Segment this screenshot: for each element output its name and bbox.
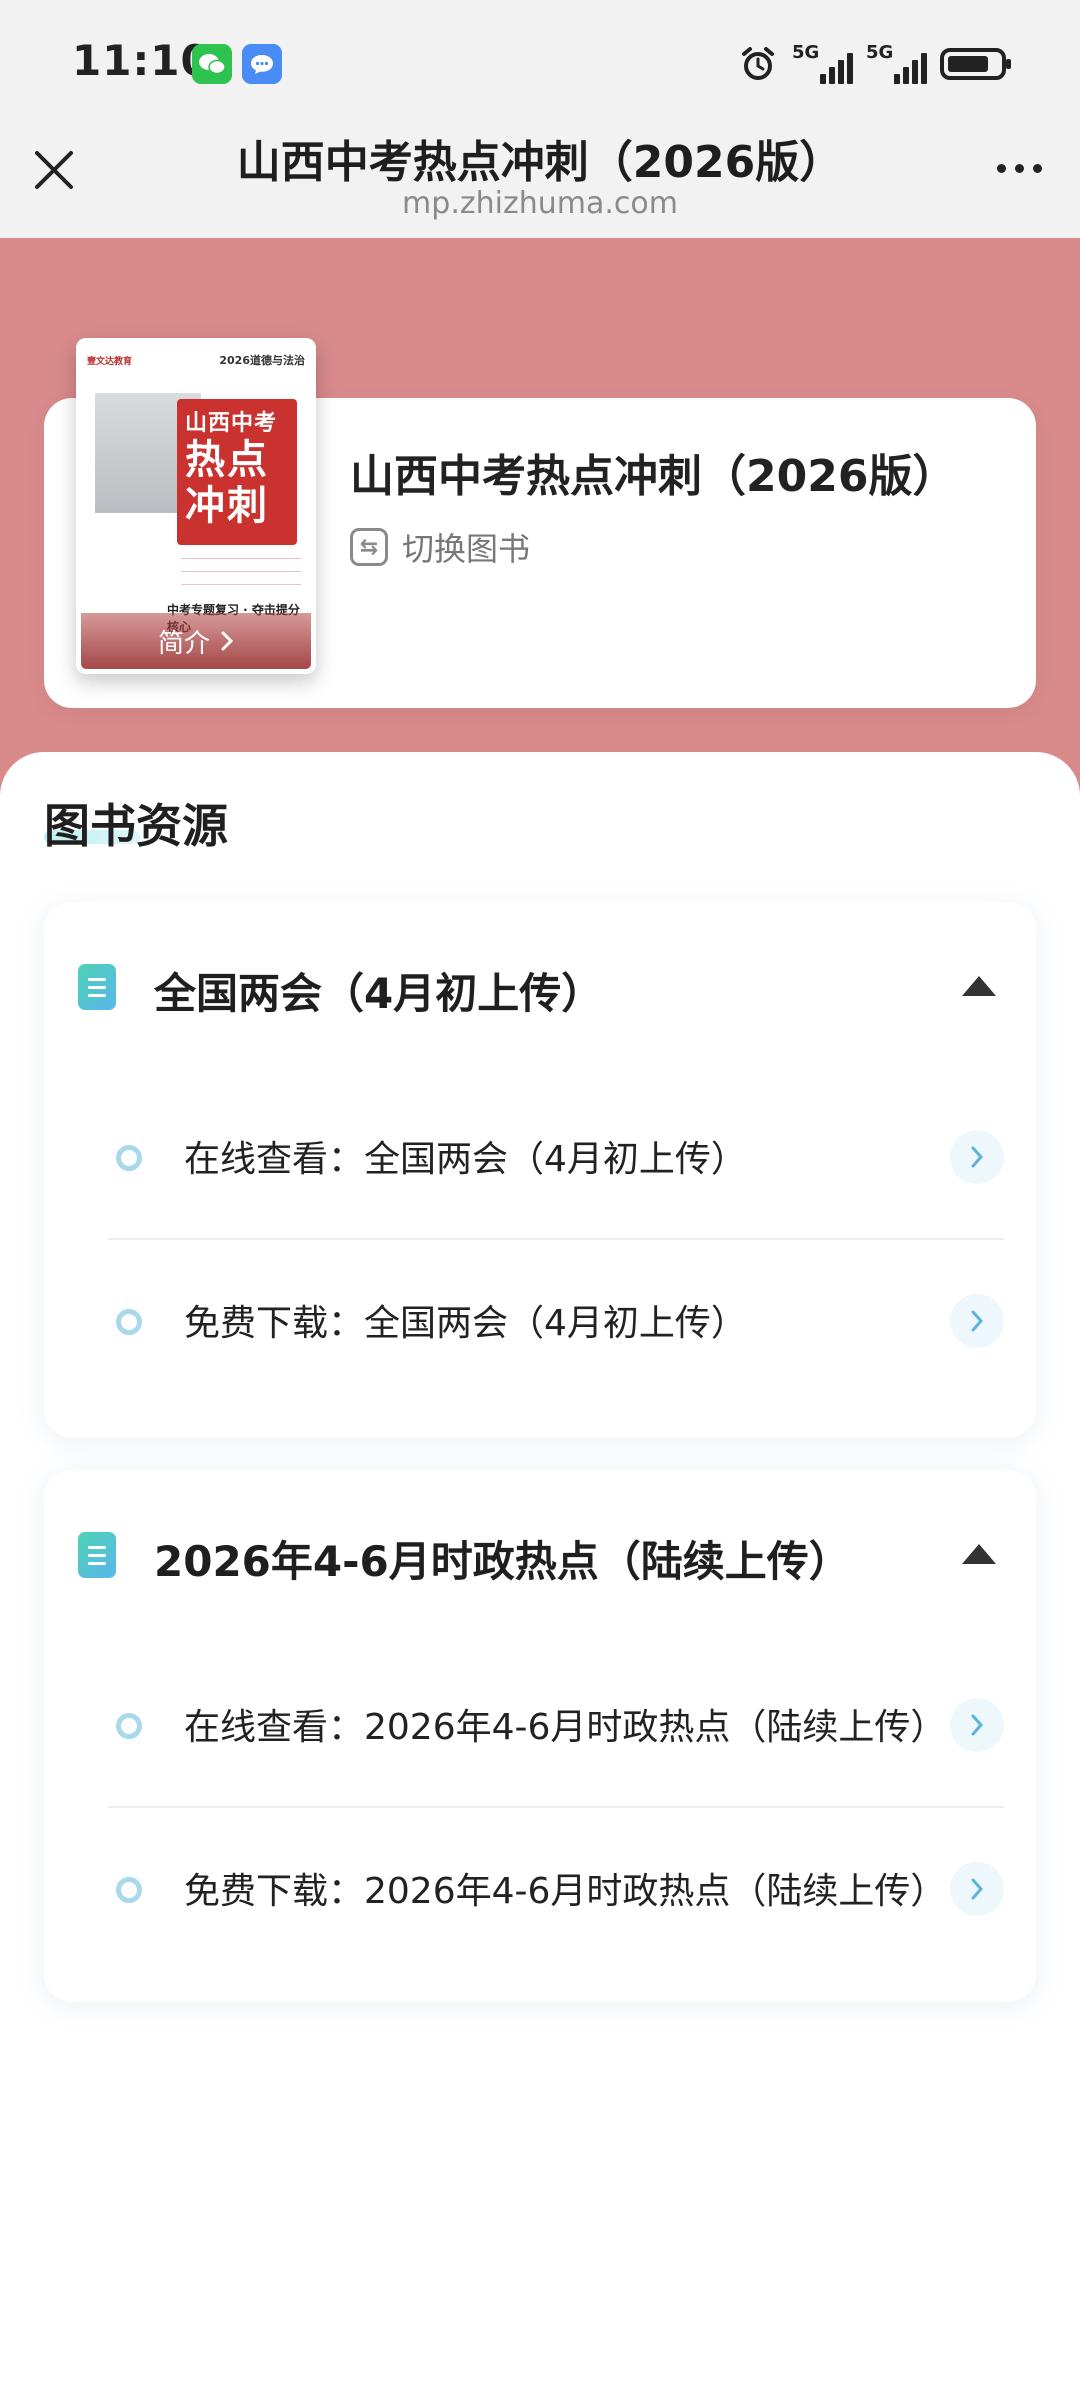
cover-subject: 2026道德与法治 [219, 354, 305, 367]
chevron-right-icon[interactable] [950, 1862, 1004, 1916]
resource-item[interactable]: 在线查看：2026年4-6月时政热点（陆续上传） [44, 1670, 1036, 1780]
intro-label: 简介 [157, 628, 210, 659]
network-label: 5G [866, 42, 894, 63]
document-icon [78, 1532, 116, 1578]
intro-button[interactable]: 简介 [81, 613, 311, 669]
resource-item-label: 免费下载：全国两会（4月初上传） [184, 1303, 747, 1344]
dot-icon [1015, 164, 1024, 173]
battery-icon [940, 46, 1012, 86]
alarm-icon [738, 44, 778, 88]
resource-group: 全国两会（4月初上传） 在线查看：全国两会（4月初上传） 免费下载：全国两会（4… [44, 902, 1036, 1438]
divider [108, 1238, 1004, 1240]
signal-icon: 5G [866, 42, 927, 86]
book-title: 山西中考热点冲刺（2026版） [350, 451, 957, 502]
chevron-right-icon[interactable] [950, 1294, 1004, 1348]
cover-title-line2: 热点 [185, 437, 269, 483]
chevron-right-icon[interactable] [950, 1130, 1004, 1184]
more-options-button[interactable] [997, 164, 1042, 173]
cover-header: 壹文达教育 2026道德与法治 [87, 349, 305, 371]
document-icon [78, 964, 116, 1010]
bullet-icon [116, 1713, 142, 1739]
divider [108, 1806, 1004, 1808]
resource-item[interactable]: 免费下载：2026年4-6月时政热点（陆续上传） [44, 1834, 1036, 1944]
cover-title-line1: 山西中考 [185, 411, 278, 436]
status-time: 11:10 [72, 36, 211, 85]
page: 11:10 5G 5G 山西中考热点冲刺（2026版） mp.zhizhuma.… [0, 0, 1080, 2398]
wechat-icon [192, 44, 232, 84]
bullet-icon [116, 1145, 142, 1171]
book-cover[interactable]: 壹文达教育 2026道德与法治 山西中考 热点 冲刺 中考专题复习 · 夺击提分… [76, 338, 316, 674]
section-title: 图书资源 [44, 799, 228, 853]
chevron-right-icon[interactable] [950, 1698, 1004, 1752]
collapse-icon[interactable] [962, 976, 996, 996]
chevron-right-icon [221, 631, 234, 651]
cover-title-line3: 冲刺 [185, 483, 269, 529]
cover-brand: 壹文达教育 [87, 356, 133, 367]
dot-icon [997, 164, 1006, 173]
resource-item[interactable]: 免费下载：全国两会（4月初上传） [44, 1266, 1036, 1376]
status-icons: 5G 5G [738, 42, 1012, 88]
page-title: 山西中考热点冲刺（2026版） [236, 137, 844, 188]
signal-icon: 5G [792, 42, 853, 86]
switch-book-label: 切换图书 [402, 530, 531, 568]
message-icon [242, 44, 282, 84]
page-url: mp.zhizhuma.com [402, 186, 678, 221]
switch-icon: ⇆ [350, 528, 388, 566]
resource-item[interactable]: 在线查看：全国两会（4月初上传） [44, 1102, 1036, 1212]
resource-group: 2026年4-6月时政热点（陆续上传） 在线查看：2026年4-6月时政热点（陆… [44, 1470, 1036, 2002]
bullet-icon [116, 1877, 142, 1903]
group-title: 全国两会（4月初上传） [154, 969, 604, 1018]
resource-item-label: 在线查看：全国两会（4月初上传） [184, 1139, 747, 1180]
group-title: 2026年4-6月时政热点（陆续上传） [154, 1537, 851, 1586]
top-bar: 11:10 5G 5G 山西中考热点冲刺（2026版） mp.zhizhuma.… [0, 0, 1080, 238]
cover-title-main: 热点 冲刺 [185, 437, 269, 529]
switch-book-button[interactable]: ⇆ 切换图书 [350, 524, 530, 570]
cover-feature-lines [181, 551, 301, 590]
resource-item-label: 免费下载：2026年4-6月时政热点（陆续上传） [184, 1871, 947, 1912]
bullet-icon [116, 1309, 142, 1335]
dot-icon [1033, 164, 1042, 173]
network-label: 5G [792, 42, 820, 63]
collapse-icon[interactable] [962, 1544, 996, 1564]
resource-item-label: 在线查看：2026年4-6月时政热点（陆续上传） [184, 1707, 947, 1748]
